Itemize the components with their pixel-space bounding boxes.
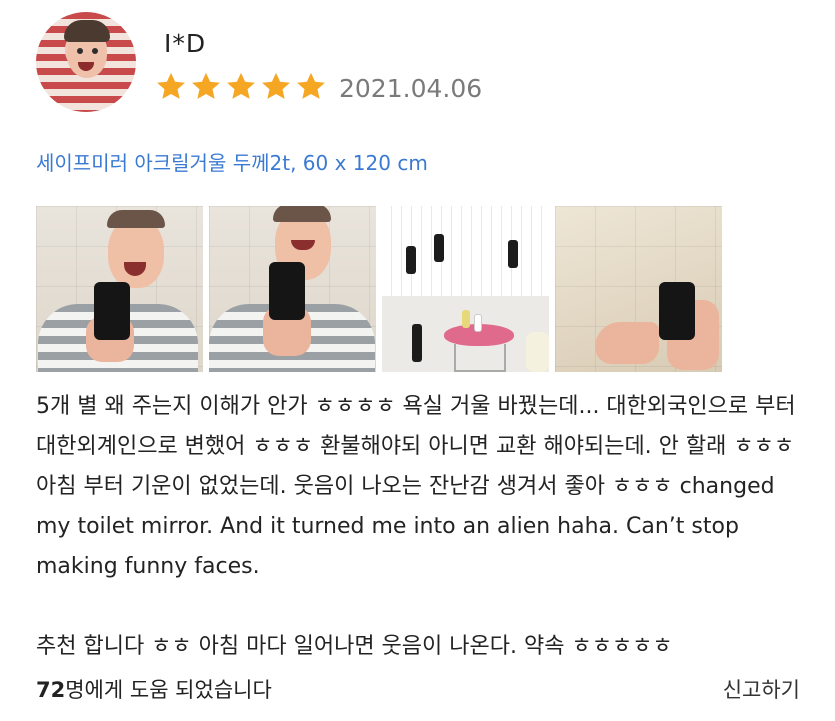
review-text: 5개 별 왜 주는지 이해가 안가 ㅎㅎㅎㅎ 욕실 거울 바꿨는데... 대한외… [36, 387, 806, 667]
helpful-indicator: 72명에게 도움 되었습니다 [36, 674, 272, 706]
review-header: I*D 2021.04.06 [36, 12, 796, 116]
star-icon [192, 72, 220, 99]
helpful-text: 명에게 도움 되었습니다 [65, 678, 272, 702]
star-icon [157, 72, 185, 99]
review-photo-4[interactable] [555, 206, 722, 372]
review-photos [36, 206, 722, 372]
star-icon [297, 72, 325, 99]
review-photo-3[interactable] [382, 206, 549, 372]
reviewer-name: I*D [164, 29, 207, 58]
star-rating [154, 70, 328, 106]
star-icon [262, 72, 290, 99]
helpful-count: 72 [36, 678, 66, 702]
review-photo-2[interactable] [209, 206, 376, 372]
avatar[interactable] [36, 12, 136, 112]
star-icon [227, 72, 255, 99]
review-paragraph: 추천 합니다 ㅎㅎ 아침 마다 일어나면 웃음이 나온다. 약속 ㅎㅎㅎㅎㅎ [36, 634, 673, 659]
product-option-link[interactable]: 세이프미러 아크릴거울 두께2t, 60 x 120 cm [36, 147, 428, 176]
review-date: 2021.04.06 [339, 74, 483, 103]
review-photo-1[interactable] [36, 206, 203, 372]
report-button[interactable]: 신고하기 [723, 674, 800, 706]
review-paragraph: 5개 별 왜 주는지 이해가 안가 ㅎㅎㅎㅎ 욕실 거울 바꿨는데... 대한외… [36, 394, 796, 579]
review-footer: 72명에게 도움 되었습니다 신고하기 [36, 674, 800, 706]
